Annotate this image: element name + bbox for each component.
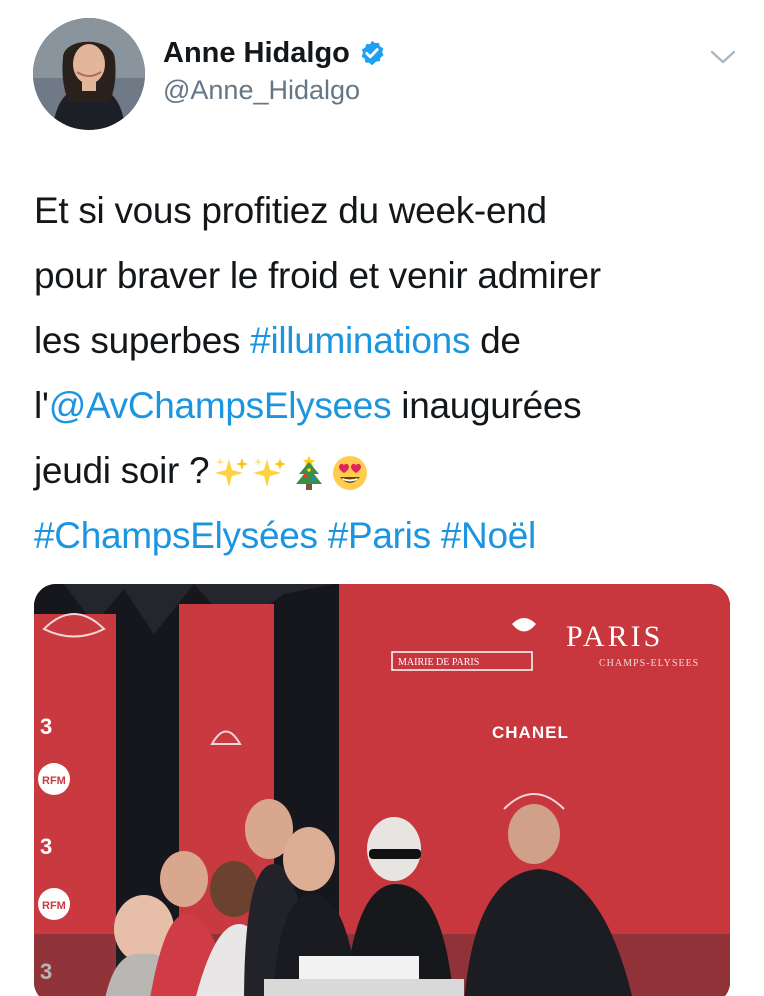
- sparkles-icon: [215, 458, 249, 488]
- chevron-down-icon[interactable]: [708, 46, 738, 68]
- mairie-sign-text: MAIRIE DE PARIS: [398, 657, 479, 668]
- tweet-card: Anne Hidalgo @Anne_Hidalgo Et si vous pr…: [0, 0, 764, 996]
- tweet-line: l'@AvChampsElysees inaugurées: [34, 373, 734, 438]
- hashtag-link[interactable]: #illuminations: [250, 320, 470, 361]
- tweet-line: jeudi soir ?: [34, 438, 734, 503]
- rfm-logo-text: RFM: [42, 900, 66, 912]
- verified-badge-icon: [358, 39, 386, 67]
- tweet-text-segment: jeudi soir ?: [34, 450, 210, 491]
- champs-sign-text: CHAMPS-ELYSEES: [599, 658, 699, 669]
- christmas-tree-icon: [296, 456, 323, 491]
- rfm-logo-text: RFM: [42, 775, 66, 787]
- author-display-name[interactable]: Anne Hidalgo: [163, 36, 350, 70]
- emoji-row: [215, 454, 369, 492]
- tweet-header: Anne Hidalgo @Anne_Hidalgo: [30, 16, 750, 134]
- tweet-text-segment: les superbes: [34, 320, 251, 361]
- tweet-line: Et si vous profitiez du week-end: [34, 178, 734, 243]
- tweet-media-image[interactable]: 3 3 3 RFM RFM PARIS CHAMPS-ELYSEES MAIRI…: [34, 584, 730, 996]
- paris-sign-text: PARIS: [566, 620, 663, 653]
- author-handle[interactable]: @Anne_Hidalgo: [163, 74, 386, 106]
- avatar[interactable]: [33, 18, 145, 130]
- tweet-text-segment: de: [470, 320, 521, 361]
- hashtag-link[interactable]: #Noël: [441, 515, 536, 556]
- chanel-sign-text: CHANEL: [492, 723, 569, 742]
- tweet-text-segment: Et si vous profitiez du week-end: [34, 190, 547, 231]
- tweet-text: Et si vous profitiez du week-end pour br…: [34, 178, 734, 568]
- sparkles-icon: [253, 458, 287, 488]
- heart-eyes-icon: [333, 456, 368, 491]
- tweet-text-segment: l': [34, 385, 49, 426]
- hashtag-link[interactable]: #Paris: [328, 515, 431, 556]
- hashtag-link[interactable]: #ChampsElysées: [34, 515, 318, 556]
- author-display-name-row: Anne Hidalgo: [163, 36, 386, 70]
- tweet-line: pour braver le froid et venir admirer: [34, 243, 734, 308]
- profile-photo: [33, 18, 145, 130]
- tweet-line: les superbes #illuminations de: [34, 308, 734, 373]
- tweet-line: #ChampsElysées #Paris #Noël: [34, 503, 734, 568]
- event-photo: 3 3 3 RFM RFM PARIS CHAMPS-ELYSEES MAIRI…: [34, 584, 730, 996]
- author-names: Anne Hidalgo @Anne_Hidalgo: [163, 36, 386, 106]
- svg-text:3: 3: [40, 714, 52, 739]
- tweet-text-segment: pour braver le froid et venir admirer: [34, 255, 601, 296]
- mention-link[interactable]: @AvChampsElysees: [49, 385, 392, 426]
- svg-text:3: 3: [40, 834, 52, 859]
- tweet-text-segment: inaugurées: [391, 385, 582, 426]
